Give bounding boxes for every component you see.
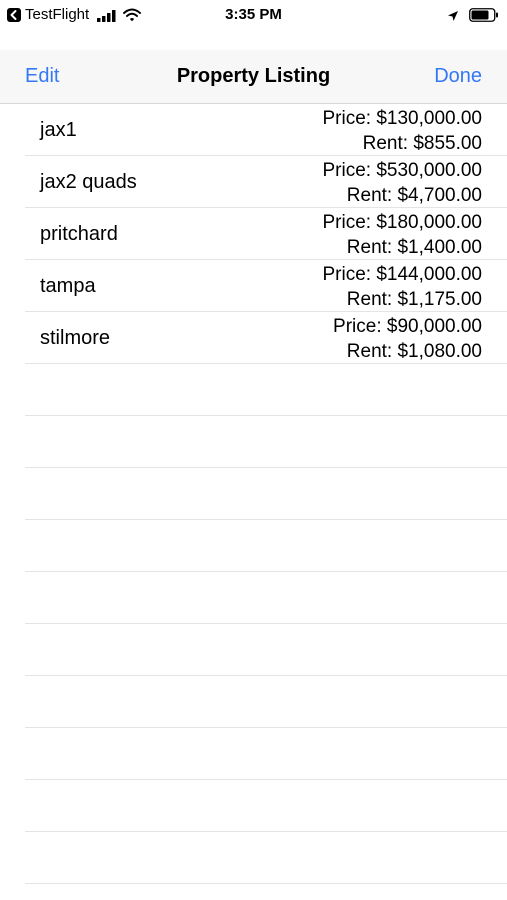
empty-row-separator: [25, 728, 507, 780]
property-detail: Price: $144,000.00 Rent: $1,175.00: [322, 262, 482, 312]
page-title: Property Listing: [176, 65, 331, 87]
empty-row-separator: [25, 780, 507, 832]
empty-row-separator: [25, 572, 507, 624]
empty-row-separator: [25, 364, 507, 416]
done-button[interactable]: Done: [434, 64, 482, 88]
property-rent: Rent: $1,175.00: [346, 289, 482, 310]
property-rent: Rent: $855.00: [362, 133, 482, 154]
status-time: 3:35 PM: [225, 6, 282, 23]
empty-row-separator: [25, 624, 507, 676]
property-name: pritchard: [40, 223, 118, 245]
table-row[interactable]: jax2 quads Price: $530,000.00 Rent: $4,7…: [25, 156, 507, 208]
empty-row-separator: [25, 416, 507, 468]
property-name: jax1: [40, 119, 77, 141]
property-detail: Price: $90,000.00 Rent: $1,080.00: [333, 314, 482, 364]
navigation-bar: Edit Property Listing Done: [0, 50, 507, 104]
property-name: tampa: [40, 275, 96, 297]
property-detail: Price: $130,000.00 Rent: $855.00: [322, 106, 482, 156]
property-price: Price: $130,000.00: [322, 108, 482, 129]
property-rent: Rent: $4,700.00: [346, 185, 482, 206]
property-price: Price: $90,000.00: [333, 316, 482, 337]
property-rent: Rent: $1,400.00: [346, 237, 482, 258]
property-price: Price: $530,000.00: [322, 160, 482, 181]
empty-row-separator: [25, 676, 507, 728]
empty-row-separator: [25, 520, 507, 572]
property-detail: Price: $530,000.00 Rent: $4,700.00: [322, 158, 482, 208]
status-bar: TestFlight 3:35 PM: [0, 0, 507, 30]
location-arrow-icon: [447, 9, 459, 21]
table-row[interactable]: pritchard Price: $180,000.00 Rent: $1,40…: [25, 208, 507, 260]
property-name: jax2 quads: [40, 171, 137, 193]
status-right: [447, 6, 499, 24]
property-price: Price: $144,000.00: [322, 264, 482, 285]
property-table: jax1 Price: $130,000.00 Rent: $855.00 ja…: [0, 104, 507, 884]
property-detail: Price: $180,000.00 Rent: $1,400.00: [322, 210, 482, 260]
table-row[interactable]: stilmore Price: $90,000.00 Rent: $1,080.…: [25, 312, 507, 364]
battery-icon: [469, 8, 499, 22]
property-price: Price: $180,000.00: [322, 212, 482, 233]
table-row[interactable]: tampa Price: $144,000.00 Rent: $1,175.00: [25, 260, 507, 312]
property-name: stilmore: [40, 327, 111, 349]
property-rent: Rent: $1,080.00: [346, 341, 482, 362]
empty-row-separator: [25, 832, 507, 884]
empty-row-separator: [25, 468, 507, 520]
table-row[interactable]: jax1 Price: $130,000.00 Rent: $855.00: [25, 104, 507, 156]
